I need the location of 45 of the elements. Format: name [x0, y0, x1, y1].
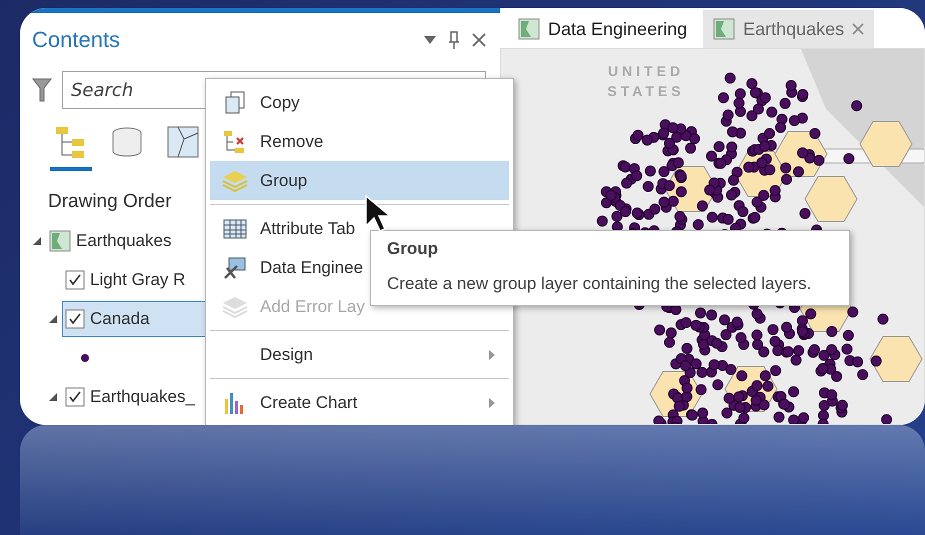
layer-name: Earthquakes [76, 230, 172, 250]
table-icon [223, 218, 247, 238]
layer-row[interactable]: Light Gray R [62, 262, 194, 298]
map-icon [518, 18, 540, 40]
checkbox[interactable] [65, 308, 85, 328]
map-tab[interactable]: Earthquakes [703, 10, 874, 48]
remove-layer-icon [223, 130, 247, 154]
layers-icon [222, 170, 248, 192]
checkbox[interactable] [65, 386, 85, 406]
collapse-arrow-icon[interactable] [48, 392, 58, 402]
tab-label: Earthquakes [743, 18, 844, 40]
checkbox[interactable] [65, 270, 85, 290]
layer-row[interactable]: Earthquakes_ [62, 378, 204, 414]
submenu-arrow-icon [489, 350, 495, 360]
collapse-arrow-icon[interactable] [32, 236, 42, 246]
close-icon[interactable] [852, 23, 864, 35]
map-icon [49, 230, 71, 252]
dropdown-icon[interactable] [424, 36, 436, 44]
layer-name: Canada [90, 308, 150, 328]
menu-item[interactable]: Group [210, 161, 509, 200]
tab-label: Data Engineering [548, 18, 688, 40]
tooltip-title: Group [387, 239, 439, 259]
menu-item[interactable]: Remove [210, 122, 509, 161]
section-heading: Drawing Order [48, 191, 173, 213]
tooltip-text: Create a new group layer containing the selected layers. [387, 273, 812, 295]
layer-row[interactable]: Earthquakes [46, 222, 180, 258]
view-tab[interactable] [50, 125, 92, 171]
copy-icon [224, 90, 246, 114]
layer-name: Earthquakes_ [90, 386, 195, 406]
menu-item[interactable]: Copy [210, 83, 509, 122]
menu-item[interactable]: Design [210, 335, 509, 374]
map-label: UNITED STATES [606, 62, 686, 101]
close-icon[interactable] [472, 33, 486, 47]
database-icon [110, 125, 144, 159]
submenu-arrow-icon [489, 398, 495, 408]
map-icon [713, 18, 736, 40]
layer-name: Light Gray R [90, 270, 186, 290]
data-engineering-icon [223, 256, 247, 280]
layers-icon [222, 296, 248, 318]
filter-icon[interactable] [32, 78, 52, 102]
panel-title: Contents [32, 27, 120, 53]
pin-icon[interactable] [448, 31, 460, 49]
collapse-arrow-icon[interactable] [48, 314, 58, 324]
menu-item[interactable]: Create Chart [210, 383, 509, 422]
map-selection-icon [166, 125, 200, 159]
